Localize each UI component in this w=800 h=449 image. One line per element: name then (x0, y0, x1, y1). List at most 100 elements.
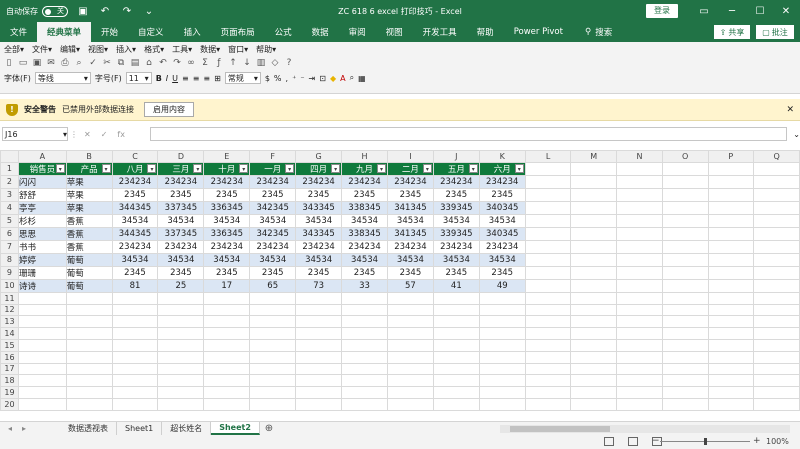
data-cell[interactable]: 亭亭 (17, 200, 67, 215)
data-cell[interactable]: 34534 (157, 213, 205, 228)
empty-cell[interactable] (478, 291, 526, 305)
column-header[interactable]: F (249, 150, 297, 163)
data-cell[interactable]: 香蕉 (65, 226, 113, 241)
tab-4[interactable]: 插入 (174, 22, 211, 42)
share-button[interactable]: ⇪ 共享 (714, 25, 750, 39)
data-cell[interactable]: 337345 (157, 226, 205, 241)
empty-cell[interactable] (753, 265, 800, 280)
empty-cell[interactable] (432, 362, 480, 376)
filter-dropdown-icon[interactable]: ▾ (514, 163, 524, 173)
prev-sheet-icon[interactable]: ◂ (8, 424, 12, 433)
filter-dropdown-icon[interactable]: ▾ (101, 163, 111, 173)
fx-icon[interactable]: fx (117, 130, 125, 139)
classic-menu-item[interactable]: 数据▾ (200, 44, 220, 55)
close-icon[interactable]: ✕ (772, 0, 800, 22)
enable-content-button[interactable]: 启用内容 (144, 102, 194, 117)
empty-cell[interactable] (524, 239, 572, 254)
empty-cell[interactable] (707, 303, 755, 317)
zoom-slider[interactable] (660, 438, 750, 445)
empty-cell[interactable] (616, 327, 663, 340)
empty-cell[interactable] (753, 161, 800, 176)
data-cell[interactable]: 234234 (341, 239, 388, 254)
empty-cell[interactable] (295, 350, 343, 364)
empty-cell[interactable] (524, 291, 572, 305)
customize-icon[interactable]: ⌄ (142, 4, 156, 18)
row-header[interactable]: 2 (0, 174, 19, 189)
filter-dropdown-icon[interactable]: ▾ (285, 163, 295, 173)
data-cell[interactable]: 234234 (295, 174, 343, 189)
empty-cell[interactable] (753, 278, 800, 293)
empty-cell[interactable] (616, 386, 663, 399)
data-cell[interactable]: 葡萄 (65, 278, 113, 293)
empty-cell[interactable] (111, 291, 159, 305)
row-header[interactable]: 3 (0, 187, 19, 202)
bold-icon[interactable]: B (156, 74, 162, 83)
empty-cell[interactable] (157, 291, 205, 305)
format-painter-icon[interactable]: ⌂ (144, 58, 154, 68)
data-cell[interactable]: 341345 (386, 226, 434, 241)
empty-cell[interactable] (478, 374, 526, 388)
empty-cell[interactable] (386, 386, 434, 399)
empty-cell[interactable] (65, 374, 113, 388)
tab-7[interactable]: 数据 (302, 22, 339, 42)
data-cell[interactable]: 49 (478, 278, 526, 293)
empty-cell[interactable] (203, 315, 251, 329)
autosave-toggle[interactable]: 关 (42, 5, 68, 17)
data-cell[interactable]: 2345 (478, 187, 526, 202)
row-header[interactable]: 8 (0, 252, 19, 267)
data-cell[interactable]: 41 (432, 278, 480, 293)
empty-cell[interactable] (661, 213, 709, 228)
sort-asc-icon[interactable]: ↑ (228, 58, 238, 68)
empty-cell[interactable] (203, 362, 251, 376)
empty-cell[interactable] (17, 386, 67, 399)
row-header[interactable]: 12 (0, 303, 19, 317)
classic-menu-item[interactable]: 视图▾ (88, 44, 108, 55)
classic-menu-item[interactable]: 帮助▾ (256, 44, 276, 55)
data-cell[interactable]: 2345 (157, 265, 205, 280)
column-header[interactable]: I (386, 150, 434, 163)
data-cell[interactable]: 234234 (111, 239, 159, 254)
empty-cell[interactable] (432, 397, 480, 411)
empty-cell[interactable] (524, 161, 572, 176)
table-header-cell[interactable]: 一月 ▾ (249, 161, 297, 176)
print-preview-icon[interactable]: ⌕ (74, 58, 84, 68)
column-header[interactable]: O (661, 150, 709, 163)
tab-6[interactable]: 公式 (265, 22, 302, 42)
empty-cell[interactable] (17, 350, 67, 364)
empty-cell[interactable] (707, 291, 755, 305)
empty-cell[interactable] (17, 327, 67, 340)
empty-cell[interactable] (65, 315, 113, 329)
column-header[interactable]: H (341, 150, 388, 163)
undo-icon[interactable]: ↶ (98, 4, 112, 18)
empty-cell[interactable] (341, 386, 388, 399)
filter-dropdown-icon[interactable]: ▾ (376, 163, 386, 173)
data-cell[interactable]: 2345 (295, 265, 343, 280)
empty-cell[interactable] (295, 338, 343, 352)
data-cell[interactable]: 2345 (249, 265, 297, 280)
data-cell[interactable]: 舒舒 (17, 187, 67, 202)
empty-cell[interactable] (707, 226, 755, 241)
empty-cell[interactable] (157, 303, 205, 317)
empty-cell[interactable] (616, 239, 663, 254)
empty-cell[interactable] (432, 338, 480, 352)
empty-cell[interactable] (203, 350, 251, 364)
save-icon[interactable]: ▣ (32, 58, 42, 68)
empty-cell[interactable] (707, 265, 755, 280)
tab-9[interactable]: 视图 (376, 22, 413, 42)
data-cell[interactable]: 诗诗 (17, 278, 67, 293)
data-cell[interactable]: 书书 (17, 239, 67, 254)
column-header[interactable]: A (17, 150, 67, 163)
data-cell[interactable]: 34534 (249, 213, 297, 228)
data-cell[interactable]: 34534 (432, 213, 480, 228)
data-cell[interactable]: 234234 (249, 239, 297, 254)
empty-cell[interactable] (249, 350, 297, 364)
column-header[interactable]: D (157, 150, 205, 163)
table-header-cell[interactable]: 销售员 ▾ (17, 161, 67, 176)
empty-cell[interactable] (386, 338, 434, 352)
data-cell[interactable]: 2345 (478, 265, 526, 280)
data-cell[interactable]: 2345 (203, 187, 251, 202)
empty-cell[interactable] (111, 397, 159, 411)
data-cell[interactable]: 34534 (157, 252, 205, 267)
empty-cell[interactable] (65, 397, 113, 411)
empty-cell[interactable] (432, 303, 480, 317)
